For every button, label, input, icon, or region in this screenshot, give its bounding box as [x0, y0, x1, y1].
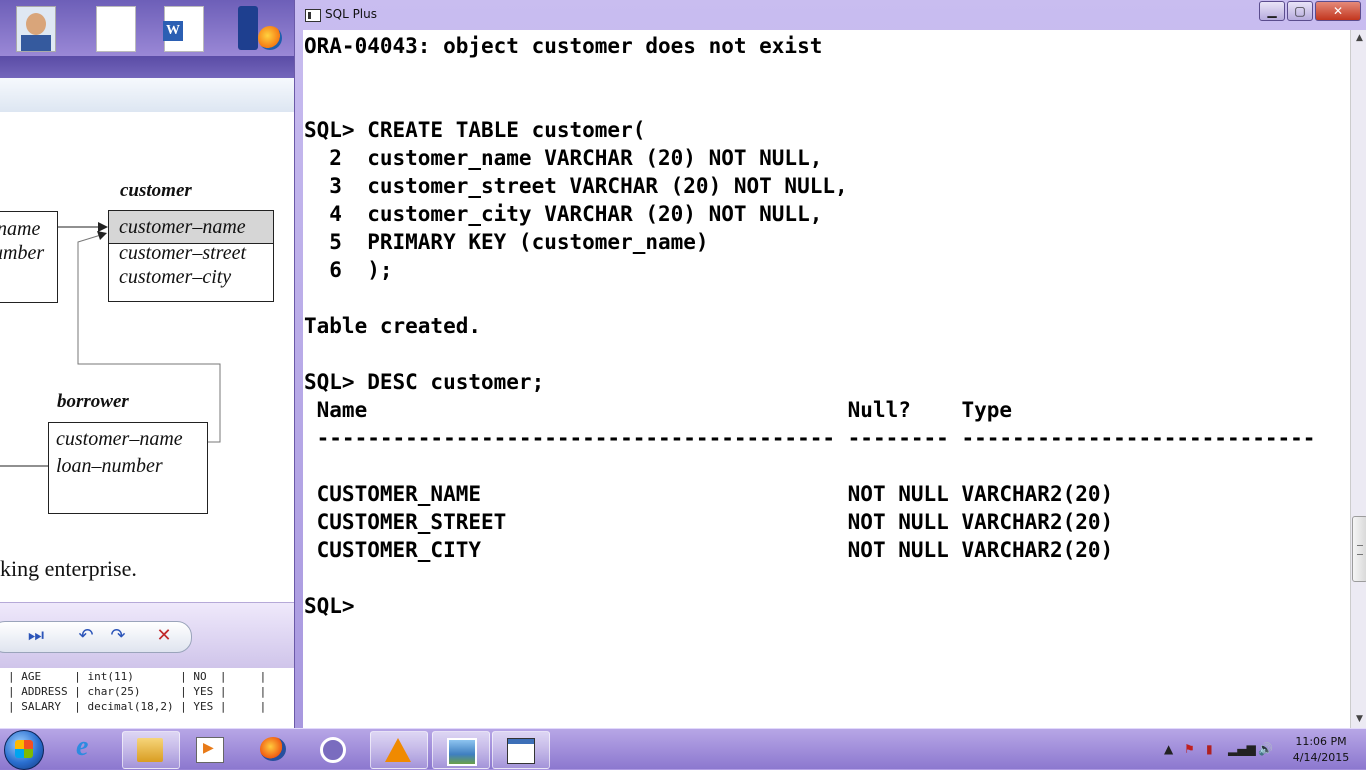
clock-date: 4/14/2015 — [1292, 751, 1350, 764]
er-entity-borrower: customer–name loan–number — [48, 422, 208, 514]
console-line: 5 PRIMARY KEY (customer_name) — [304, 230, 709, 254]
internet-explorer-icon: e — [76, 731, 89, 762]
console-icon — [507, 738, 535, 764]
clock-time: 11:06 PM — [1295, 735, 1347, 748]
er-attr: customer–street — [119, 242, 247, 264]
taskbar-sql-plus[interactable] — [492, 731, 550, 769]
document-caption: king enterprise. — [0, 556, 137, 581]
taskbar-firefox[interactable] — [246, 731, 302, 767]
folder-icon — [137, 738, 163, 762]
media-control-bar: ⏭ ↶ ↷ ✕ — [0, 602, 294, 669]
console-line: ORA-04043: object customer does not exis… — [304, 34, 823, 58]
er-entity-title-borrower: borrower — [57, 391, 129, 412]
console-line: 2 customer_name VARCHAR (20) NOT NULL, — [304, 146, 823, 170]
er-entity-title-customer: customer — [120, 180, 192, 201]
terminal-row: | SALARY | decimal(18,2) | YES | | — [8, 700, 267, 713]
console-line: ----------------------------------------… — [304, 426, 1316, 450]
console-line: 4 customer_city VARCHAR (20) NOT NULL, — [304, 202, 823, 226]
taskbar-internet-explorer[interactable]: e — [62, 731, 118, 767]
taskbar-windows-explorer[interactable] — [122, 731, 180, 769]
photo-desktop-icon[interactable] — [16, 6, 56, 52]
power-icon[interactable]: ▮ — [1206, 742, 1213, 756]
scrollbar-thumb[interactable] — [1352, 516, 1366, 582]
vertical-scrollbar[interactable]: ▲ ▼ — [1350, 30, 1366, 728]
taskbar-vlc[interactable] — [370, 731, 428, 769]
start-button[interactable] — [4, 730, 44, 770]
document-menu-bar — [0, 56, 294, 78]
word-document-desktop-icon[interactable]: W — [163, 6, 204, 52]
document-toolbar — [0, 78, 294, 113]
window-title: SQL Plus — [325, 7, 377, 21]
er-attr: customer–name — [119, 216, 246, 238]
console-line: 6 ); — [304, 258, 393, 282]
vuze-icon — [320, 737, 346, 763]
volume-icon[interactable]: 🔊 — [1258, 742, 1273, 756]
maximize-button[interactable]: ▢ — [1287, 1, 1313, 21]
show-hidden-icons-icon[interactable]: ▲ — [1164, 742, 1173, 756]
console-output[interactable]: ORA-04043: object customer does not exis… — [303, 30, 1350, 728]
console-line: 3 customer_street VARCHAR (20) NOT NULL, — [304, 174, 848, 198]
system-tray: ▲ ⚑ ▮ ▂▄▆ 🔊 11:06 PM 4/14/2015 — [1160, 729, 1366, 769]
er-attr: loan–number — [56, 455, 163, 477]
undo-icon[interactable]: ↶ — [74, 625, 98, 647]
console-prompt[interactable]: SQL> — [304, 592, 355, 620]
er-partial-attr: name — [0, 218, 41, 240]
console-line: CUSTOMER_CITY NOT NULL VARCHAR2(20) — [304, 538, 1114, 562]
vlc-cone-icon — [385, 738, 411, 762]
firefox-icon — [260, 737, 286, 761]
er-partial-attr: umber — [0, 242, 45, 264]
console-line: SQL> CREATE TABLE customer( — [304, 118, 646, 142]
close-icon[interactable]: ✕ — [152, 625, 176, 647]
console-line: SQL> DESC customer; — [304, 370, 545, 394]
er-attr: customer–name — [56, 428, 183, 450]
next-icon[interactable]: ⏭ — [24, 625, 48, 647]
media-player-icon — [196, 737, 224, 763]
windows-logo-icon — [15, 740, 33, 758]
terminal-row: | AGE | int(11) | NO | | — [8, 670, 267, 683]
document-page: name umber customer customer–name custom… — [0, 112, 294, 602]
firefox-desktop-icon[interactable] — [258, 26, 282, 50]
taskbar-vuze[interactable] — [306, 731, 362, 767]
background-terminal: | AGE | int(11) | NO | | | ADDRESS | cha… — [0, 668, 294, 728]
close-button[interactable]: ✕ — [1315, 1, 1361, 21]
title-bar[interactable]: SQL Plus ▁ ▢ ✕ — [295, 0, 1366, 28]
background-window: W name umber customer customer–name cust… — [0, 0, 294, 728]
blank-file-desktop-icon[interactable] — [96, 6, 136, 52]
grip-icon — [1357, 545, 1363, 555]
sqlplus-window: SQL Plus ▁ ▢ ✕ ORA-04043: object custome… — [294, 0, 1366, 728]
console-app-icon[interactable] — [305, 9, 321, 22]
console-line: CUSTOMER_NAME NOT NULL VARCHAR2(20) — [304, 482, 1114, 506]
terminal-row: | ADDRESS | char(25) | YES | | — [8, 685, 267, 698]
console-line: CUSTOMER_STREET NOT NULL VARCHAR2(20) — [304, 510, 1114, 534]
taskbar: e ▲ ⚑ ▮ ▂▄▆ 🔊 11:06 PM 4/14/2015 — [0, 728, 1366, 770]
er-attr: customer–city — [119, 266, 232, 288]
scroll-down-icon[interactable]: ▼ — [1351, 711, 1366, 728]
minimize-button[interactable]: ▁ — [1259, 1, 1285, 21]
console-line: Name Null? Type — [304, 398, 1013, 422]
taskbar-media-player[interactable] — [182, 731, 238, 767]
er-entity-customer: customer–name customer–street customer–c… — [108, 210, 274, 302]
er-entity-loan-partial: name umber — [0, 211, 58, 303]
photo-viewer-icon — [447, 738, 477, 766]
redo-icon[interactable]: ↷ — [106, 625, 130, 647]
console-line: Table created. — [304, 314, 482, 338]
network-signal-icon[interactable]: ▂▄▆ — [1228, 742, 1256, 756]
taskbar-photo-viewer[interactable] — [432, 731, 490, 769]
scroll-up-icon[interactable]: ▲ — [1351, 30, 1366, 47]
desktop-icons: W — [0, 0, 294, 56]
clock[interactable]: 11:06 PM 4/14/2015 — [1278, 734, 1364, 766]
phone-desktop-icon[interactable] — [238, 6, 258, 50]
flag-icon[interactable]: ⚑ — [1184, 742, 1195, 756]
